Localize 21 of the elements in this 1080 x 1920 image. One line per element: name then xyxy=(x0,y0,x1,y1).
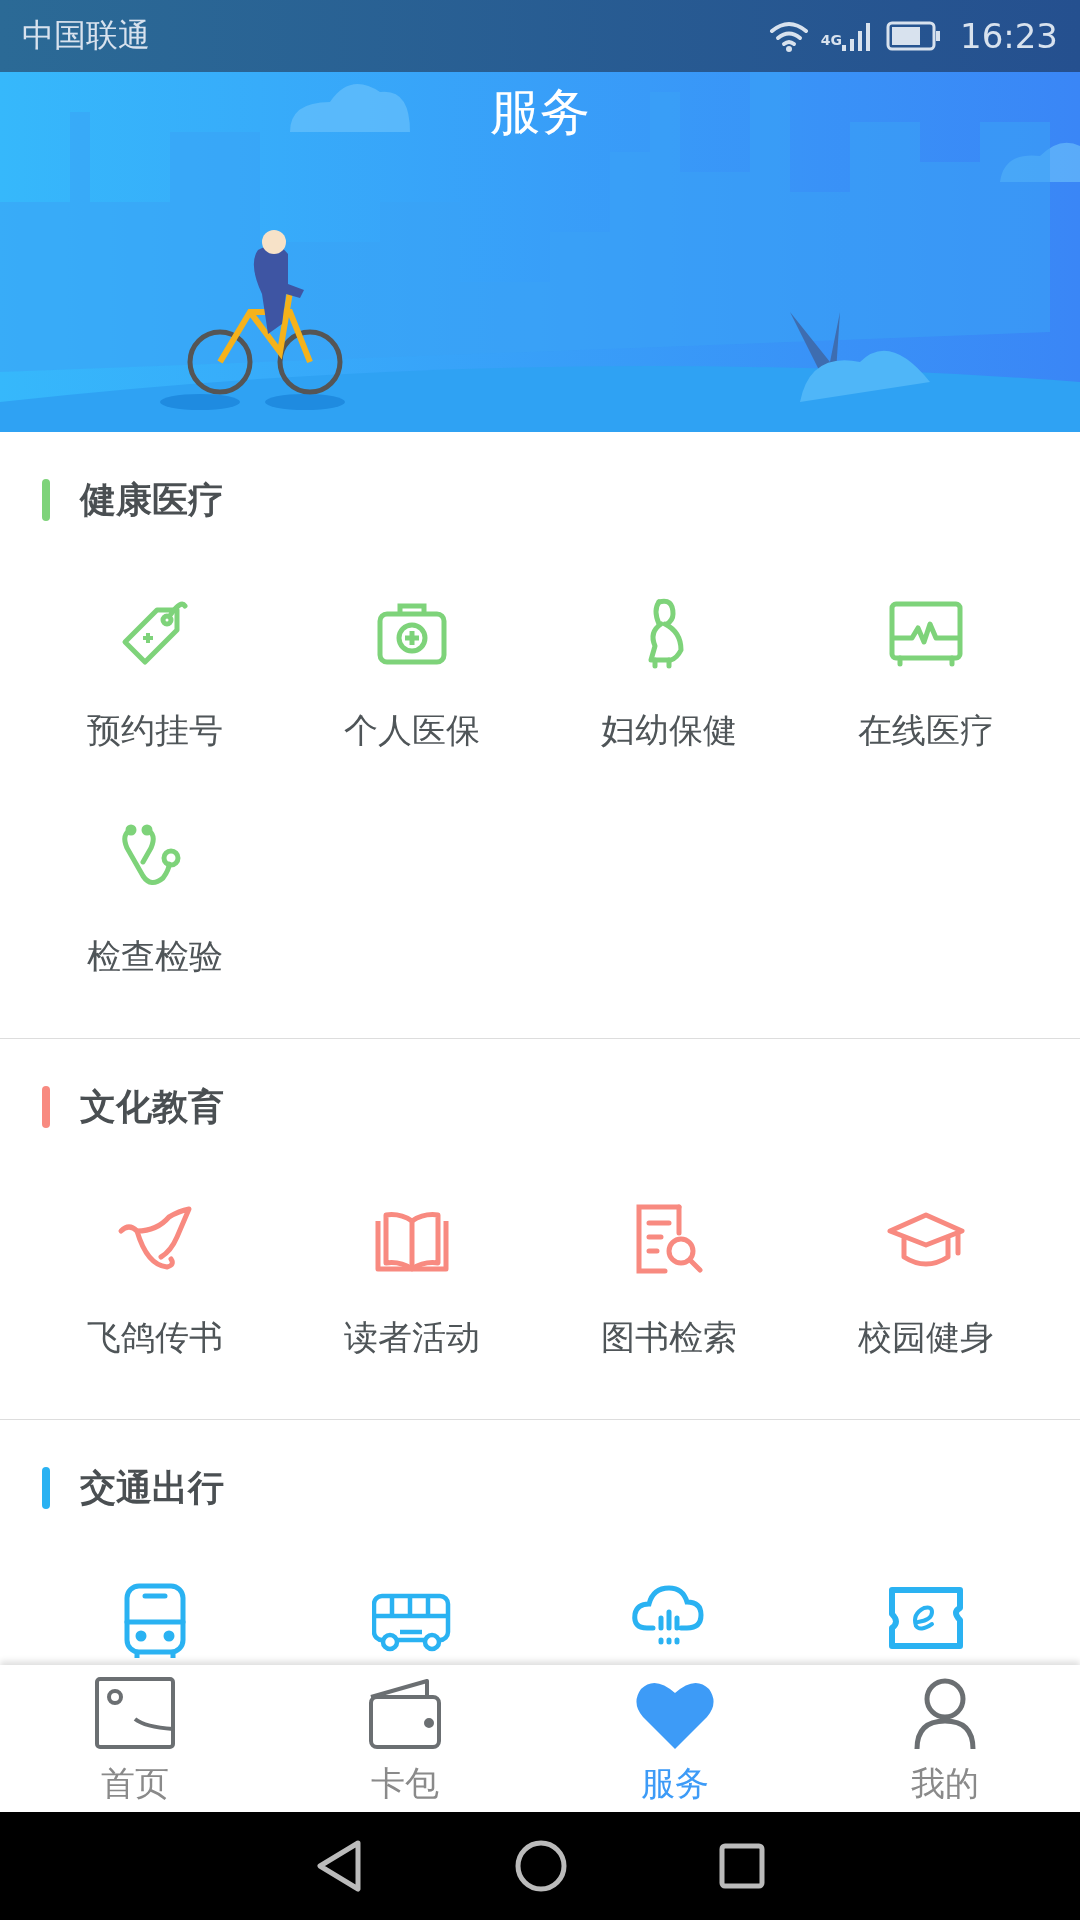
service-label[interactable]: 在线医疗 xyxy=(857,710,994,750)
service-label[interactable]: 校园健身 xyxy=(857,1317,994,1357)
battery-icon xyxy=(886,21,942,51)
back-icon[interactable] xyxy=(314,1839,364,1893)
section-title: 交通出行 xyxy=(80,1465,224,1510)
service-label[interactable]: 图书检索 xyxy=(600,1317,737,1357)
service-label[interactable]: 读者活动 xyxy=(343,1317,480,1357)
home-icon[interactable] xyxy=(514,1839,568,1893)
wifi-icon xyxy=(768,19,809,53)
service-label[interactable]: 个人医保 xyxy=(343,710,480,750)
carrier-name: 中国联通 xyxy=(22,15,151,56)
section-title: 健康医疗 xyxy=(80,477,224,522)
service-label[interactable]: 飞鸽传书 xyxy=(86,1317,223,1357)
service-label[interactable]: 预约挂号 xyxy=(86,710,223,750)
section-title: 文化教育 xyxy=(80,1084,224,1129)
service-label[interactable]: 检查检验 xyxy=(86,936,223,976)
network-type: 4G xyxy=(820,32,842,48)
recent-apps-icon[interactable] xyxy=(718,1842,766,1890)
clock: 16:23 xyxy=(960,16,1058,56)
service-label[interactable]: 妇幼保健 xyxy=(600,710,737,750)
page-title: 服务 xyxy=(489,82,591,143)
